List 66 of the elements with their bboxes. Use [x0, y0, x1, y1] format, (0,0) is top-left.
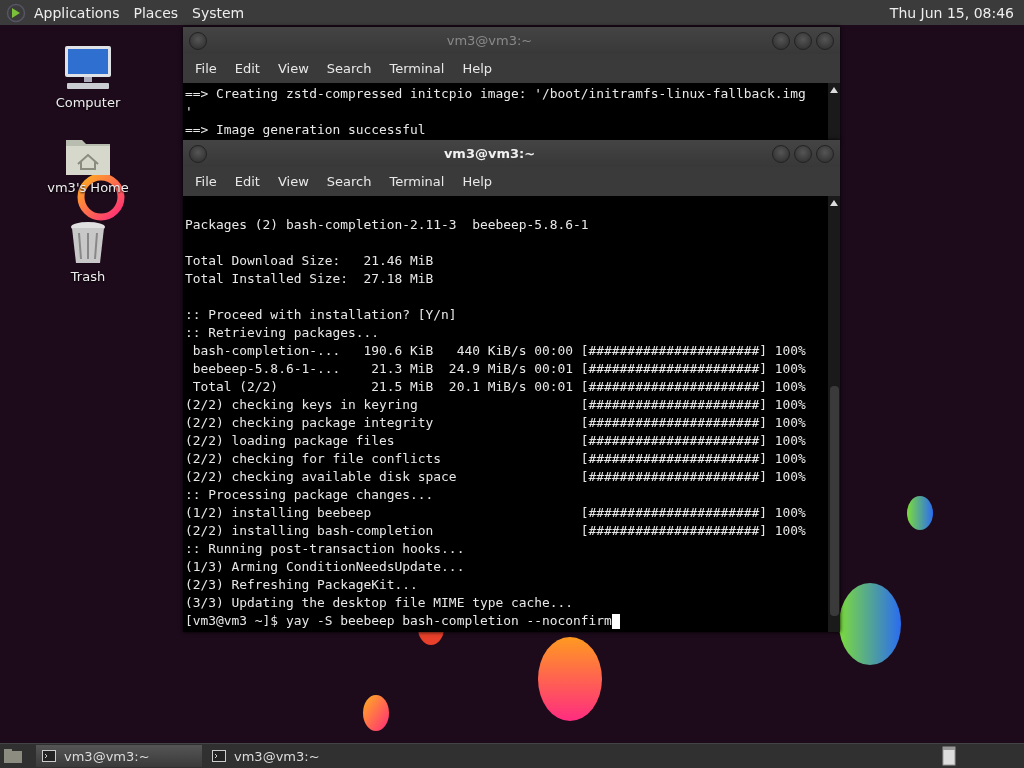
terminal-line: :: Retrieving packages...	[185, 324, 380, 342]
menu-item[interactable]: Terminal	[381, 59, 453, 78]
menu-item[interactable]: View	[269, 172, 317, 191]
taskbar-button[interactable]: vm3@vm3:~	[36, 745, 202, 767]
menu-item[interactable]: Search	[318, 172, 380, 191]
terminal-line: bash-completion-... 190.6 KiB 440 KiB/s 00:00 [######################] 100%	[191, 342, 806, 360]
terminal-line: :: Proceed with installation? [Y/n]	[185, 306, 457, 324]
terminal-icon	[212, 750, 226, 762]
terminal-line: (2/2) checking for file conflicts [######################] 100%	[185, 450, 806, 468]
terminal-line: (2/2) checking package integrity [######################] 100%	[185, 414, 806, 432]
panel-menu[interactable]: Places	[127, 4, 185, 21]
terminal-line: :: Processing package changes...	[185, 486, 434, 504]
menu-item[interactable]: Help	[454, 59, 501, 78]
show-desktop-icon[interactable]	[4, 749, 22, 763]
terminal-line: ==> Creating zstd-compressed initcpio image: '/boot/initramfs-linux-fallback.img	[185, 85, 806, 103]
terminal-line: (1/2) installing beebeep [######################] 100%	[185, 504, 806, 522]
minimize-button[interactable]	[772, 31, 790, 50]
terminal-line: Total (2/2) 21.5 MiB 20.1 MiB/s 00:01 [######################] 100%	[191, 378, 806, 396]
menu-item[interactable]: Terminal	[381, 172, 453, 191]
terminal-line: (1/3) Arming ConditionNeedsUpdate...	[185, 558, 465, 576]
terminal-line: Packages (2) bash-completion-2.11-3 beebeep-5.8.6-1	[185, 216, 589, 234]
computer-icon[interactable]	[63, 45, 113, 91]
terminal-line: [vm3@vm3 ~]$ yay -S beebeep bash-completion --noconfirm	[185, 612, 612, 630]
terminal-line: Total Installed Size: 27.18 MiB	[185, 270, 434, 288]
menu-item[interactable]: Help	[454, 172, 501, 191]
menu-item[interactable]: File	[187, 172, 225, 191]
trash-icon[interactable]	[69, 221, 107, 265]
scroll-up-icon[interactable]	[830, 87, 838, 93]
close-button[interactable]	[816, 31, 834, 50]
desktop-icon-label[interactable]: Trash	[70, 269, 106, 284]
terminal-line: ==> Image generation successful	[185, 121, 426, 139]
terminal-line: (2/2) checking keys in keyring [######################] 100%	[185, 396, 806, 414]
minimize-button[interactable]	[772, 144, 790, 163]
window-menu-button[interactable]	[189, 144, 207, 163]
panel-menu[interactable]: System	[186, 4, 251, 21]
desktop-icon-label[interactable]: Computer	[55, 95, 121, 110]
window-title: vm3@vm3:~	[446, 33, 533, 48]
scrollbar-thumb[interactable]	[829, 386, 839, 616]
terminal-line: (2/2) installing bash-completion [######################] 100%	[185, 522, 806, 540]
terminal-line: (2/3) Refreshing PackageKit...	[185, 576, 418, 594]
terminal-line: '	[185, 103, 193, 121]
menu-item[interactable]: Edit	[226, 59, 268, 78]
terminal-line: (2/2) checking available disk space [######################] 100%	[185, 468, 806, 486]
trash-applet-icon[interactable]	[942, 746, 956, 766]
terminal-line: (2/2) loading package files [######################] 100%	[185, 432, 806, 450]
menu-item[interactable]: Search	[318, 59, 380, 78]
terminal-line: beebeep-5.8.6-1-... 21.3 MiB 24.9 MiB/s 00:01 [######################] 100%	[191, 360, 806, 378]
terminal-line: (3/3) Updating the desktop file MIME type cache...	[185, 594, 574, 612]
taskbar-button[interactable]: vm3@vm3:~	[206, 745, 372, 767]
maximize-button[interactable]	[794, 144, 812, 163]
close-button[interactable]	[816, 144, 834, 163]
window-title: vm3@vm3:~	[443, 146, 536, 161]
scroll-up-icon[interactable]	[830, 200, 838, 206]
scrollbar[interactable]	[828, 83, 840, 142]
terminal-icon	[42, 750, 56, 762]
clock[interactable]: Thu Jun 15, 08:46	[889, 4, 1014, 21]
panel-menu[interactable]: Applications	[28, 4, 126, 21]
menu-item[interactable]: Edit	[226, 172, 268, 191]
menu-item[interactable]: File	[187, 59, 225, 78]
window-menu-button[interactable]	[189, 31, 207, 50]
terminal-line: :: Running post-transaction hooks...	[185, 540, 465, 558]
terminal-line: Total Download Size: 21.46 MiB	[185, 252, 434, 270]
maximize-button[interactable]	[794, 31, 812, 50]
scrollbar[interactable]	[828, 196, 840, 632]
menu-logo-icon[interactable]	[6, 2, 26, 23]
menu-item[interactable]: View	[269, 59, 317, 78]
